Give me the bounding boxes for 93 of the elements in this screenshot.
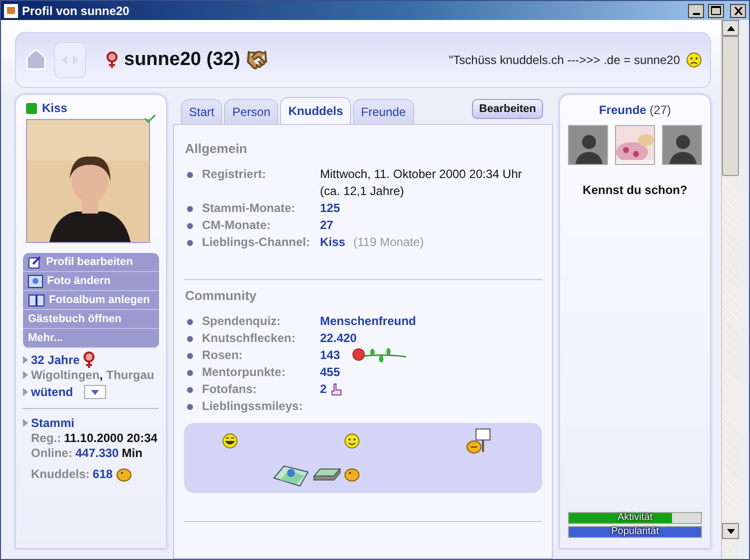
field-value[interactable]: Menschenfreund <box>320 313 416 330</box>
field-value[interactable]: 22.420 <box>320 330 357 347</box>
smiley-icon <box>344 433 360 449</box>
online-label: Online: <box>31 446 72 460</box>
field-label: CM-Monate: <box>202 217 272 234</box>
field-label: Knutschflecken: <box>202 330 296 347</box>
close-icon <box>734 6 742 14</box>
scrollbar[interactable] <box>721 20 739 559</box>
home-icon[interactable] <box>24 48 48 72</box>
field-value[interactable]: Kiss <box>320 234 346 251</box>
edit-button[interactable]: Bearbeiten <box>472 99 543 119</box>
registered-value: 11.10.2000 20:34 <box>64 430 158 444</box>
section-title: Allgemein <box>185 141 248 156</box>
status-message: "Tschüss knuddels.ch --->>> .de = sunne20 <box>448 53 680 67</box>
field-label: Lieblingssmileys: <box>202 398 304 415</box>
field-label: Fotofans: <box>202 381 258 398</box>
tab[interactable]: Person <box>224 99 278 124</box>
window-title: Profil von sunne20 <box>22 4 130 18</box>
caret-icon <box>91 390 99 394</box>
book-icon <box>28 294 45 306</box>
suggestions-heading: Kennst du schon? <box>582 183 688 199</box>
minimize-icon <box>692 12 700 14</box>
friends-link[interactable]: Freunde <box>598 103 646 117</box>
stammi-link[interactable]: Stammi <box>31 416 74 430</box>
photo-icon <box>28 274 43 288</box>
sign-holding-smiley-icon <box>466 428 492 454</box>
thumbs-up-icon <box>330 383 342 396</box>
maximize-button[interactable] <box>708 4 724 18</box>
bullet-icon <box>187 370 193 376</box>
maximize-icon <box>711 6 721 15</box>
edit-icon <box>28 255 42 269</box>
scroll-thumb[interactable] <box>722 36 739 176</box>
check-icon <box>143 112 157 126</box>
channel-link[interactable]: Kiss <box>42 101 68 115</box>
field-label: Stammi-Monate: <box>202 200 296 217</box>
field-value[interactable]: 455 <box>320 364 340 381</box>
section-title: Community <box>185 288 258 303</box>
tab[interactable]: Knuddels <box>280 97 352 124</box>
cash-stack-icon <box>312 466 342 482</box>
app-icon <box>4 4 18 18</box>
online-value: 447.330 <box>75 446 119 460</box>
mood-dropdown[interactable] <box>84 385 106 399</box>
region: Thurgau <box>106 368 154 382</box>
expand-arrow-icon[interactable] <box>23 388 28 396</box>
knuddels-value: 618 <box>92 466 113 480</box>
bullet-icon <box>187 223 193 229</box>
mood-link[interactable]: wütend <box>31 385 73 399</box>
handshake-icon <box>246 49 268 71</box>
laughing-smiley-icon <box>222 433 238 449</box>
silhouette-icon <box>569 126 607 164</box>
bullet-icon <box>187 172 193 178</box>
field-label: Rosen: <box>202 347 244 364</box>
expand-arrow-icon[interactable] <box>23 418 28 426</box>
blob-smiley-icon <box>116 466 132 482</box>
meter-label: Popularität <box>610 527 660 537</box>
silhouette-icon <box>663 126 701 164</box>
field-note: (119 Monate) <box>353 234 424 251</box>
separator: , <box>100 368 103 382</box>
tab[interactable]: Start <box>181 99 222 124</box>
bullet-icon <box>187 336 193 342</box>
meter-label: Aktivität <box>616 513 654 523</box>
knuddels-label: Knuddels: <box>31 466 90 480</box>
field-value: (ca. 12,1 Jahre) <box>320 183 406 200</box>
scroll-down-icon[interactable] <box>726 528 734 534</box>
bullet-icon <box>187 240 193 246</box>
bullet-icon <box>187 353 193 359</box>
scroll-up-icon[interactable] <box>726 26 734 30</box>
bullet-icon <box>187 206 193 212</box>
close-button[interactable] <box>730 4 746 18</box>
age-link[interactable]: 32 Jahre <box>31 352 80 366</box>
field-label: Mentorpunkte: <box>202 364 286 381</box>
female-symbol-icon <box>106 51 118 69</box>
tab[interactable]: Freunde <box>353 99 414 124</box>
friends-count: (27) <box>650 103 672 117</box>
field-label: Lieblings-Channel: <box>202 234 311 251</box>
field-value: Mittwoch, 11. Oktober 2000 20:34 Uhr <box>320 166 522 183</box>
profile-name: sunne20 (32) <box>124 49 240 71</box>
field-value[interactable]: 143 <box>320 347 340 364</box>
city: Wigoltingen <box>31 368 100 382</box>
online-unit: Min <box>122 446 142 460</box>
field-value[interactable]: 2 <box>320 381 327 398</box>
registered-label: Reg.: <box>31 430 61 444</box>
bullet-icon <box>187 387 193 393</box>
field-value[interactable]: 125 <box>320 200 340 217</box>
sad-smiley-icon <box>686 52 702 68</box>
blob-smiley-icon <box>344 466 360 482</box>
bullet-icon <box>187 404 193 410</box>
field-label: Registriert: <box>202 166 268 183</box>
female-symbol-icon <box>82 350 95 368</box>
field-label: Spendenquiz: <box>202 313 282 330</box>
field-value[interactable]: 27 <box>320 217 334 234</box>
minimize-button[interactable] <box>688 4 704 18</box>
bullet-icon <box>187 319 193 325</box>
